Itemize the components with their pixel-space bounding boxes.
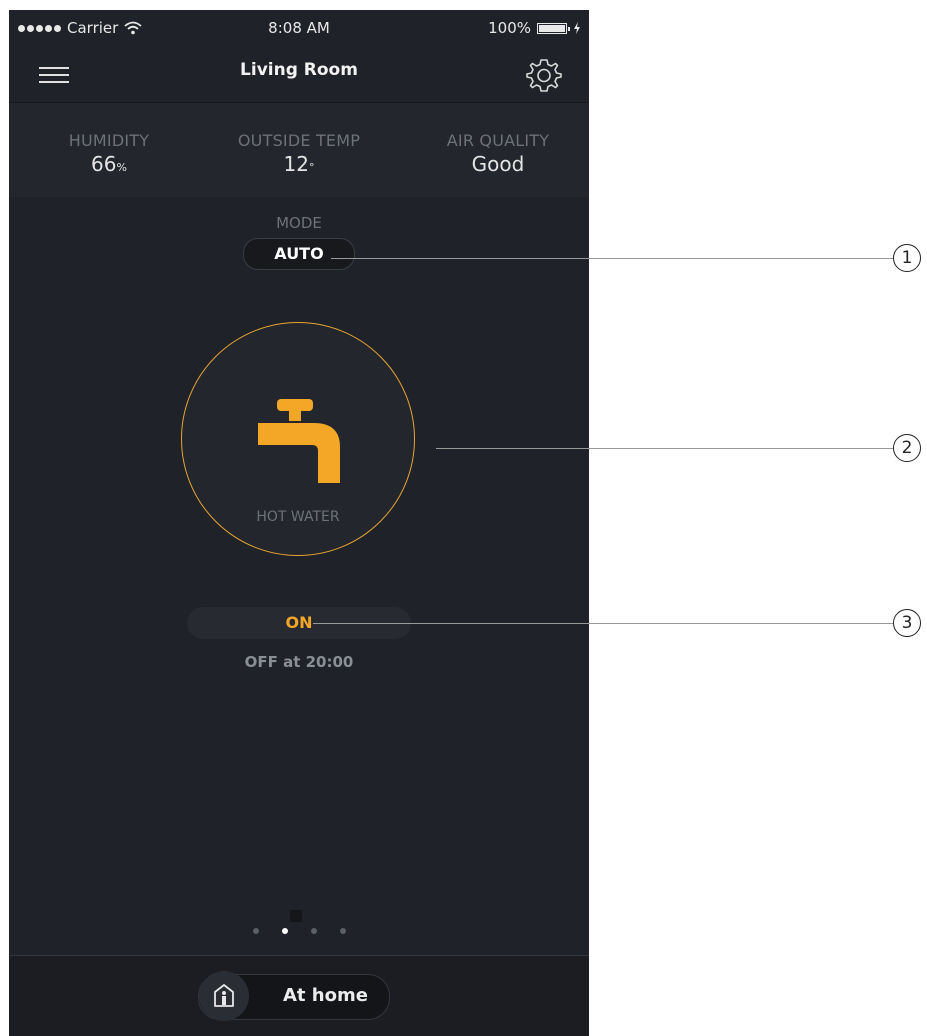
callout-number-3: 3 xyxy=(893,609,921,637)
stat-air-quality: AIR QUALITY Good xyxy=(423,131,573,176)
pager-marker xyxy=(290,910,302,922)
stat-outside-temp: OUTSIDE TEMP 12° xyxy=(224,131,374,176)
page-dot[interactable] xyxy=(339,928,346,934)
battery-icon xyxy=(537,22,570,34)
page-dot-active[interactable] xyxy=(281,928,288,934)
presence-button[interactable]: At home xyxy=(198,971,390,1021)
charging-bolt-icon xyxy=(574,22,580,34)
stats-panel: HUMIDITY 66% OUTSIDE TEMP 12° AIR QUALIT… xyxy=(9,102,589,197)
mode-label: MODE xyxy=(276,214,322,232)
device-name: HOT WATER xyxy=(256,509,340,525)
callout-line-2 xyxy=(436,448,893,449)
nav-bar: Living Room xyxy=(9,50,589,100)
device-toggle-circle[interactable]: HOT WATER xyxy=(181,322,415,556)
tap-icon xyxy=(258,399,340,483)
presence-label: At home xyxy=(283,985,368,1006)
stat-humidity: HUMIDITY 66% xyxy=(57,131,161,176)
bottom-bar: At home xyxy=(9,955,589,1036)
stat-unit: % xyxy=(116,161,127,174)
stat-value: 66 xyxy=(91,152,117,176)
schedule-text: OFF at 20:00 xyxy=(244,653,354,671)
stat-label: AIR QUALITY xyxy=(446,131,550,150)
callout-number-1: 1 xyxy=(893,244,921,272)
page-title: Living Room xyxy=(240,60,358,80)
callout-line-1 xyxy=(331,258,893,259)
page-dot[interactable] xyxy=(310,928,317,934)
battery-percent: 100% xyxy=(488,19,531,37)
stat-label: OUTSIDE TEMP xyxy=(237,131,361,150)
status-bar: Carrier 8:08 AM 100% xyxy=(9,10,589,50)
home-person-icon xyxy=(199,971,249,1021)
mode-section: MODE AUTO xyxy=(9,214,589,270)
phone-screen: Carrier 8:08 AM 100% Living Room HUMIDIT… xyxy=(9,10,589,1036)
stat-label: HUMIDITY xyxy=(68,131,150,150)
callout-line-3 xyxy=(313,623,893,624)
callout-number-2: 2 xyxy=(893,434,921,462)
stat-unit: ° xyxy=(308,161,315,174)
gear-icon[interactable] xyxy=(525,56,563,94)
stat-value: 12 xyxy=(283,152,309,176)
page-indicator[interactable] xyxy=(9,928,589,934)
stat-value: Good xyxy=(471,152,525,176)
page-dot[interactable] xyxy=(252,928,259,934)
mode-button[interactable]: AUTO xyxy=(243,238,355,270)
